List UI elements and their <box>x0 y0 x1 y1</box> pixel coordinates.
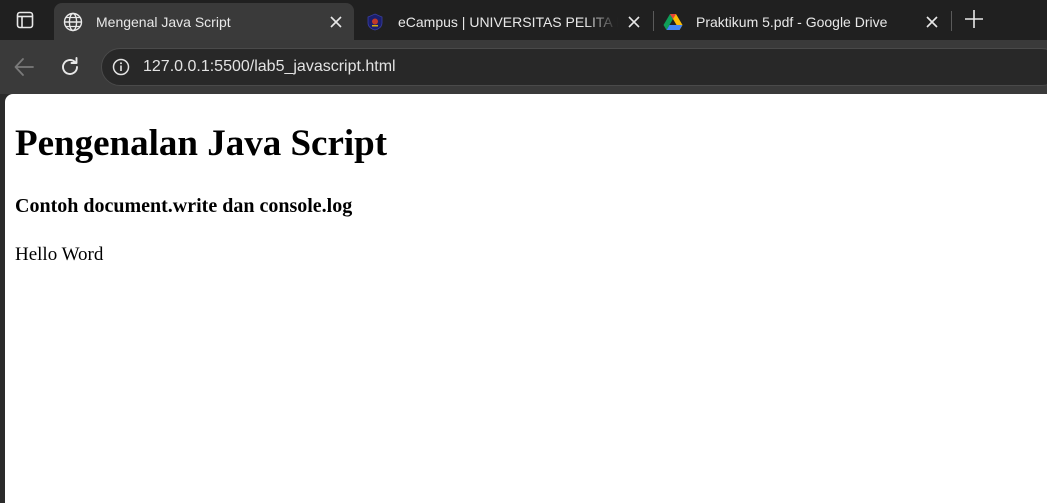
back-arrow-icon <box>14 58 34 76</box>
tab-title: Praktikum 5.pdf - Google Drive <box>696 13 888 30</box>
tab-title: Mengenal Java Script <box>96 13 231 30</box>
reload-button[interactable] <box>58 55 82 79</box>
url-text[interactable]: 127.0.0.1:5500/lab5_javascript.html <box>143 58 396 76</box>
google-drive-icon <box>663 12 683 32</box>
close-tab-icon[interactable] <box>922 12 942 32</box>
tab-ecampus[interactable]: eCampus | UNIVERSITAS PELITA BANGSA <box>356 3 652 40</box>
reload-icon <box>62 57 78 75</box>
sidebar-icon <box>16 11 34 29</box>
page-subheading: Contoh document.write dan console.log <box>15 195 353 217</box>
new-tab-button[interactable] <box>962 7 986 31</box>
site-info-icon[interactable] <box>111 57 131 77</box>
back-button[interactable] <box>12 55 36 79</box>
tab-google-drive[interactable]: Praktikum 5.pdf - Google Drive <box>654 3 950 40</box>
tab-title: eCampus | UNIVERSITAS PELITA BANGSA <box>398 13 618 30</box>
tab-strip: Mengenal Java Script eCampus | UNIVERSIT… <box>0 0 1047 40</box>
ecampus-logo-icon <box>365 12 385 32</box>
close-tab-icon[interactable] <box>624 12 644 32</box>
browser-toolbar: 127.0.0.1:5500/lab5_javascript.html <box>0 40 1047 94</box>
close-tab-icon[interactable] <box>326 12 346 32</box>
document-write-output: Hello Word <box>15 244 104 265</box>
sidebar-toggle-button[interactable] <box>8 6 42 34</box>
tab-mengenal-java-script[interactable]: Mengenal Java Script <box>54 3 354 40</box>
plus-icon <box>965 10 983 28</box>
globe-icon <box>63 12 83 32</box>
tab-separator <box>951 11 952 31</box>
page-heading: Pengenalan Java Script <box>15 123 388 164</box>
page-content: Pengenalan Java Script Contoh document.w… <box>5 94 1047 503</box>
address-bar[interactable]: 127.0.0.1:5500/lab5_javascript.html <box>101 48 1047 86</box>
